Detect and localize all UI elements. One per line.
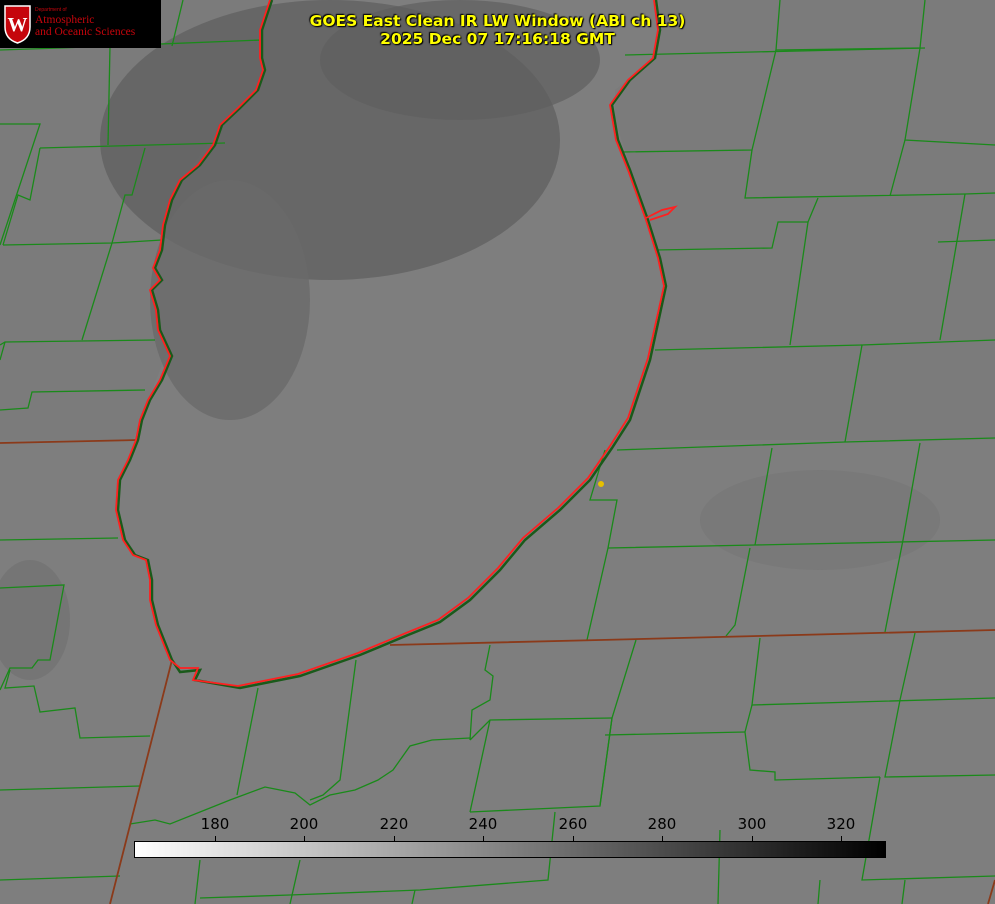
title-timestamp: 2025 Dec 07 17:16:18 GMT xyxy=(380,30,615,48)
cold-cloud-right xyxy=(700,470,940,570)
cold-cloud-tail xyxy=(150,180,310,420)
point-marker xyxy=(598,481,604,487)
image-title: GOES East Clean IR LW Window (ABI ch 13)… xyxy=(0,12,995,48)
satellite-map xyxy=(0,0,995,904)
title-product: GOES East Clean IR LW Window (ABI ch 13) xyxy=(309,12,686,30)
